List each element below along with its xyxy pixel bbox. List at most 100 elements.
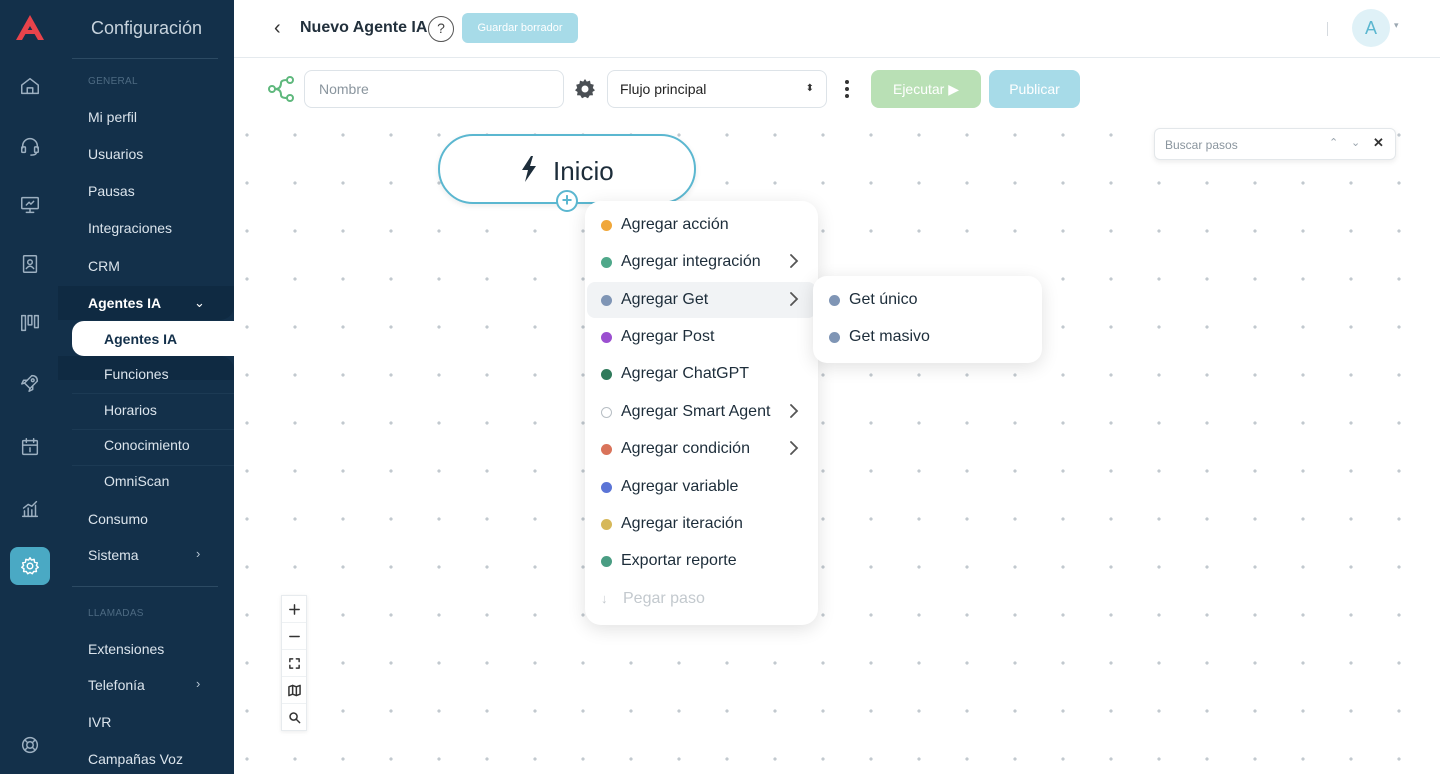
fit-view-icon[interactable] (282, 650, 306, 677)
sidebar-subitem-horarios[interactable]: Horarios (104, 402, 157, 418)
menu-item-agregar-smart-agent[interactable]: Agregar Smart Agent (585, 394, 818, 430)
divider (1327, 22, 1328, 36)
help-icon[interactable]: ? (428, 16, 454, 42)
get-submenu: Get único Get masivo (813, 276, 1042, 363)
sidebar-item-extensiones[interactable]: Extensiones (88, 641, 164, 657)
menu-item-agregar-condicion[interactable]: Agregar condición (585, 431, 818, 467)
chevron-right-icon: › (196, 546, 201, 561)
status-dot (601, 407, 612, 418)
run-button[interactable]: Ejecutar ▶ (871, 70, 981, 108)
menu-item-agregar-accion[interactable]: Agregar acción (585, 207, 818, 243)
submenu-item-get-unico[interactable]: Get único (813, 282, 1042, 318)
rocket-icon[interactable] (14, 367, 46, 399)
menu-item-agregar-chatgpt[interactable]: Agregar ChatGPT (585, 356, 818, 392)
kanban-icon[interactable] (14, 307, 46, 339)
menu-item-label: Agregar variable (621, 478, 739, 495)
flow-canvas[interactable] (234, 110, 1440, 774)
section-llamadas: LLAMADAS (88, 608, 144, 619)
save-draft-button[interactable]: Guardar borrador (462, 13, 578, 43)
menu-item-agregar-get[interactable]: Agregar Get (587, 282, 816, 318)
status-dot (601, 332, 612, 343)
chevron-down-icon[interactable]: ▾ (1394, 20, 1399, 31)
status-dot (601, 556, 612, 567)
gear-icon[interactable] (573, 77, 597, 101)
status-dot (829, 332, 840, 343)
menu-item-label: Agregar integración (621, 253, 761, 270)
divider (72, 586, 218, 587)
user-avatar[interactable]: A (1352, 9, 1390, 47)
settings-gear-icon[interactable] (10, 547, 50, 585)
divider (72, 58, 218, 59)
app-logo[interactable] (14, 12, 46, 44)
chevron-right-icon (790, 254, 799, 268)
home-icon[interactable] (14, 70, 46, 102)
monitor-icon[interactable] (14, 189, 46, 221)
map-icon[interactable] (282, 677, 306, 704)
submenu-item-get-masivo[interactable]: Get masivo (813, 319, 1042, 355)
sidebar-subitem-funciones[interactable]: Funciones (104, 366, 169, 382)
headset-icon[interactable] (14, 130, 46, 162)
menu-item-label: Pegar paso (623, 590, 705, 607)
sidebar-subitem-omniscan[interactable]: OmniScan (104, 473, 169, 489)
publish-button[interactable]: Publicar (989, 70, 1080, 108)
agent-name-input[interactable] (304, 70, 564, 108)
sidebar-item-consumo[interactable]: Consumo (88, 511, 148, 527)
sidebar-subitem-agentes-ia[interactable]: Agentes IA (72, 321, 234, 356)
flow-select[interactable]: Flujo principal ⬍ (607, 70, 827, 108)
sidebar-title: Configuración (91, 18, 203, 38)
sidebar-group-label: Agentes IA (88, 295, 162, 311)
menu-item-label: Agregar Get (621, 291, 709, 308)
menu-item-label: Agregar acción (621, 216, 729, 233)
start-node-label: Inicio (553, 156, 614, 186)
sidebar-subitem-label: Agentes IA (104, 331, 178, 347)
status-dot (829, 295, 840, 306)
submenu-item-label: Get masivo (849, 328, 930, 345)
search-steps-box: ⌃ ⌄ ✕ (1154, 128, 1396, 160)
settings-sidebar: Configuración GENERAL Mi perfil Usuarios… (58, 0, 234, 774)
chevron-right-icon (790, 292, 799, 306)
sidebar-item-sistema[interactable]: Sistema (88, 547, 139, 563)
menu-item-agregar-variable[interactable]: Agregar variable (585, 469, 818, 505)
sidebar-item-campanas-voz[interactable]: Campañas Voz (88, 751, 183, 767)
calendar-icon[interactable] (14, 431, 46, 463)
sidebar-item-crm[interactable]: CRM (88, 258, 120, 274)
chevron-up-icon[interactable]: ⌃ (1329, 136, 1338, 149)
menu-item-agregar-integracion[interactable]: Agregar integración (585, 244, 818, 280)
chevron-right-icon (790, 404, 799, 418)
chevron-right-icon (790, 441, 799, 455)
menu-item-agregar-iteracion[interactable]: Agregar iteración (585, 506, 818, 542)
support-lifebuoy-icon[interactable] (14, 729, 46, 761)
sidebar-item-mi-perfil[interactable]: Mi perfil (88, 109, 137, 125)
close-icon[interactable]: ✕ (1373, 135, 1384, 151)
sidebar-item-ivr[interactable]: IVR (88, 714, 111, 730)
sidebar-subitem-conocimiento[interactable]: Conocimiento (104, 437, 190, 453)
menu-item-exportar-reporte[interactable]: Exportar reporte (585, 543, 818, 579)
zoom-out-icon[interactable] (282, 623, 306, 650)
search-steps-input[interactable] (1165, 135, 1315, 155)
contacts-book-icon[interactable] (14, 248, 46, 280)
icon-rail (0, 0, 58, 774)
sidebar-item-pausas[interactable]: Pausas (88, 183, 135, 199)
status-dot (601, 519, 612, 530)
menu-item-label: Agregar condición (621, 440, 750, 457)
menu-item-agregar-post[interactable]: Agregar Post (585, 319, 818, 355)
menu-item-label: Agregar Smart Agent (621, 403, 771, 420)
search-icon[interactable] (282, 704, 306, 731)
sidebar-item-integraciones[interactable]: Integraciones (88, 220, 172, 236)
zoom-in-icon[interactable] (282, 596, 306, 623)
menu-item-pegar-paso[interactable]: ↓ Pegar paso (585, 581, 818, 617)
menu-item-label: Agregar Post (621, 328, 715, 345)
status-dot (601, 257, 612, 268)
back-arrow-icon[interactable]: ‹ (274, 18, 281, 38)
section-general: GENERAL (88, 76, 138, 87)
analytics-icon[interactable] (14, 493, 46, 525)
add-step-plus-icon[interactable]: + (556, 190, 578, 212)
more-options-icon[interactable] (838, 78, 856, 100)
chevron-down-icon[interactable]: ⌄ (1351, 136, 1360, 149)
status-dot (601, 295, 612, 306)
select-arrows-icon: ⬍ (805, 83, 814, 94)
chevron-down-icon: ⌄ (194, 295, 205, 310)
sidebar-item-telefonia[interactable]: Telefonía (88, 677, 145, 693)
sidebar-item-usuarios[interactable]: Usuarios (88, 146, 143, 162)
sidebar-group-agentes-ia[interactable]: Agentes IA ⌄ (58, 286, 234, 320)
